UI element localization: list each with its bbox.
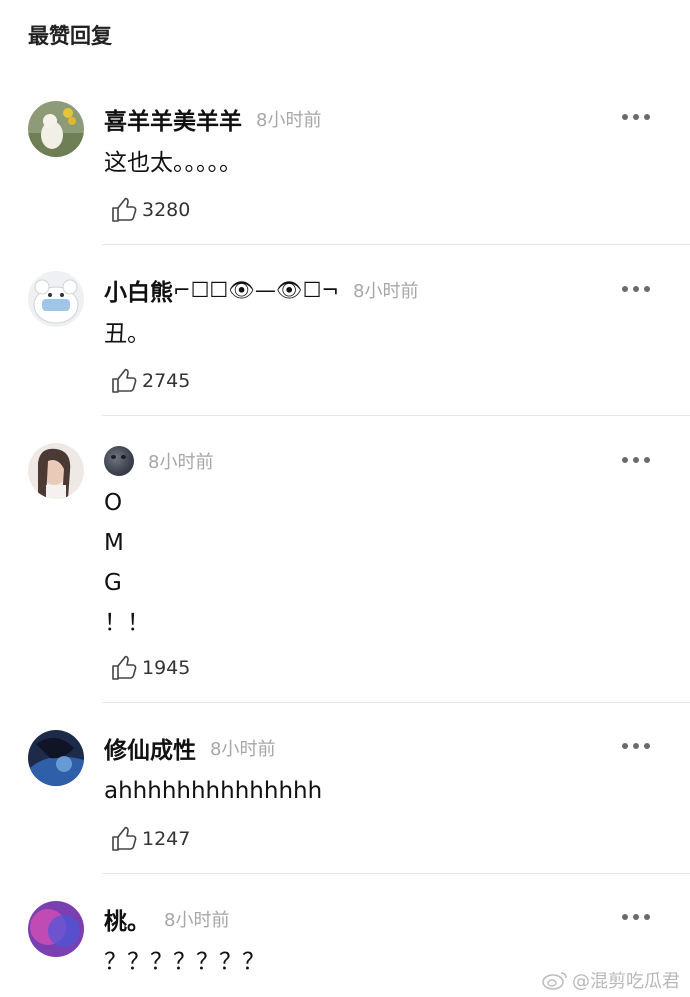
like-count: 1247: [142, 828, 191, 850]
avatar[interactable]: [28, 443, 84, 499]
timestamp: 8小时前: [256, 110, 322, 131]
new-moon-face-icon[interactable]: [104, 446, 134, 476]
comment-text: 丑。: [104, 321, 150, 347]
more-options-icon[interactable]: [622, 286, 650, 292]
comment-text: ahhhhhhhhhhhhhh: [104, 778, 323, 804]
thumbs-up-icon: [112, 655, 137, 680]
username[interactable]: 修仙成性: [104, 731, 196, 765]
username[interactable]: 小白熊: [104, 273, 173, 307]
thumbs-up-icon: [112, 197, 137, 222]
like-count: 2745: [142, 370, 191, 392]
avatar[interactable]: [28, 271, 84, 327]
comment-text: ？？？？？？？: [104, 949, 265, 975]
comment-text: 这也太。。。。。: [104, 150, 242, 176]
avatar[interactable]: [28, 901, 84, 957]
like-count: 3280: [142, 199, 191, 221]
divider: [102, 702, 690, 703]
watermark: @混剪吃瓜君: [542, 967, 680, 993]
username[interactable]: 喜羊羊美羊羊: [104, 102, 242, 136]
thumbs-up-icon: [112, 368, 137, 393]
more-options-icon[interactable]: [622, 457, 650, 463]
username[interactable]: 桃。: [104, 902, 150, 936]
more-options-icon[interactable]: [622, 114, 650, 120]
like-count: 1945: [142, 657, 191, 679]
username-emoji: ⌐☐☐👁—👁☐¬: [173, 277, 339, 302]
timestamp: 8小时前: [210, 739, 276, 760]
watermark-text: @混剪吃瓜君: [572, 971, 680, 992]
divider: [102, 244, 690, 245]
more-options-icon[interactable]: [622, 743, 650, 749]
like-button[interactable]: 3280: [110, 195, 190, 225]
divider: [102, 415, 690, 416]
divider: [102, 873, 690, 874]
avatar[interactable]: [28, 730, 84, 786]
comment-text: O M G ！！: [104, 490, 150, 636]
avatar[interactable]: [28, 101, 84, 157]
timestamp: 8小时前: [353, 281, 419, 302]
weibo-logo-icon: [542, 972, 567, 990]
like-button[interactable]: 1247: [110, 824, 190, 854]
thumbs-up-icon: [112, 826, 137, 851]
timestamp: 8小时前: [148, 452, 214, 473]
section-title: 最赞回复: [28, 24, 112, 48]
more-options-icon[interactable]: [622, 914, 650, 920]
timestamp: 8小时前: [164, 910, 230, 931]
like-button[interactable]: 1945: [110, 653, 190, 683]
like-button[interactable]: 2745: [110, 366, 190, 396]
